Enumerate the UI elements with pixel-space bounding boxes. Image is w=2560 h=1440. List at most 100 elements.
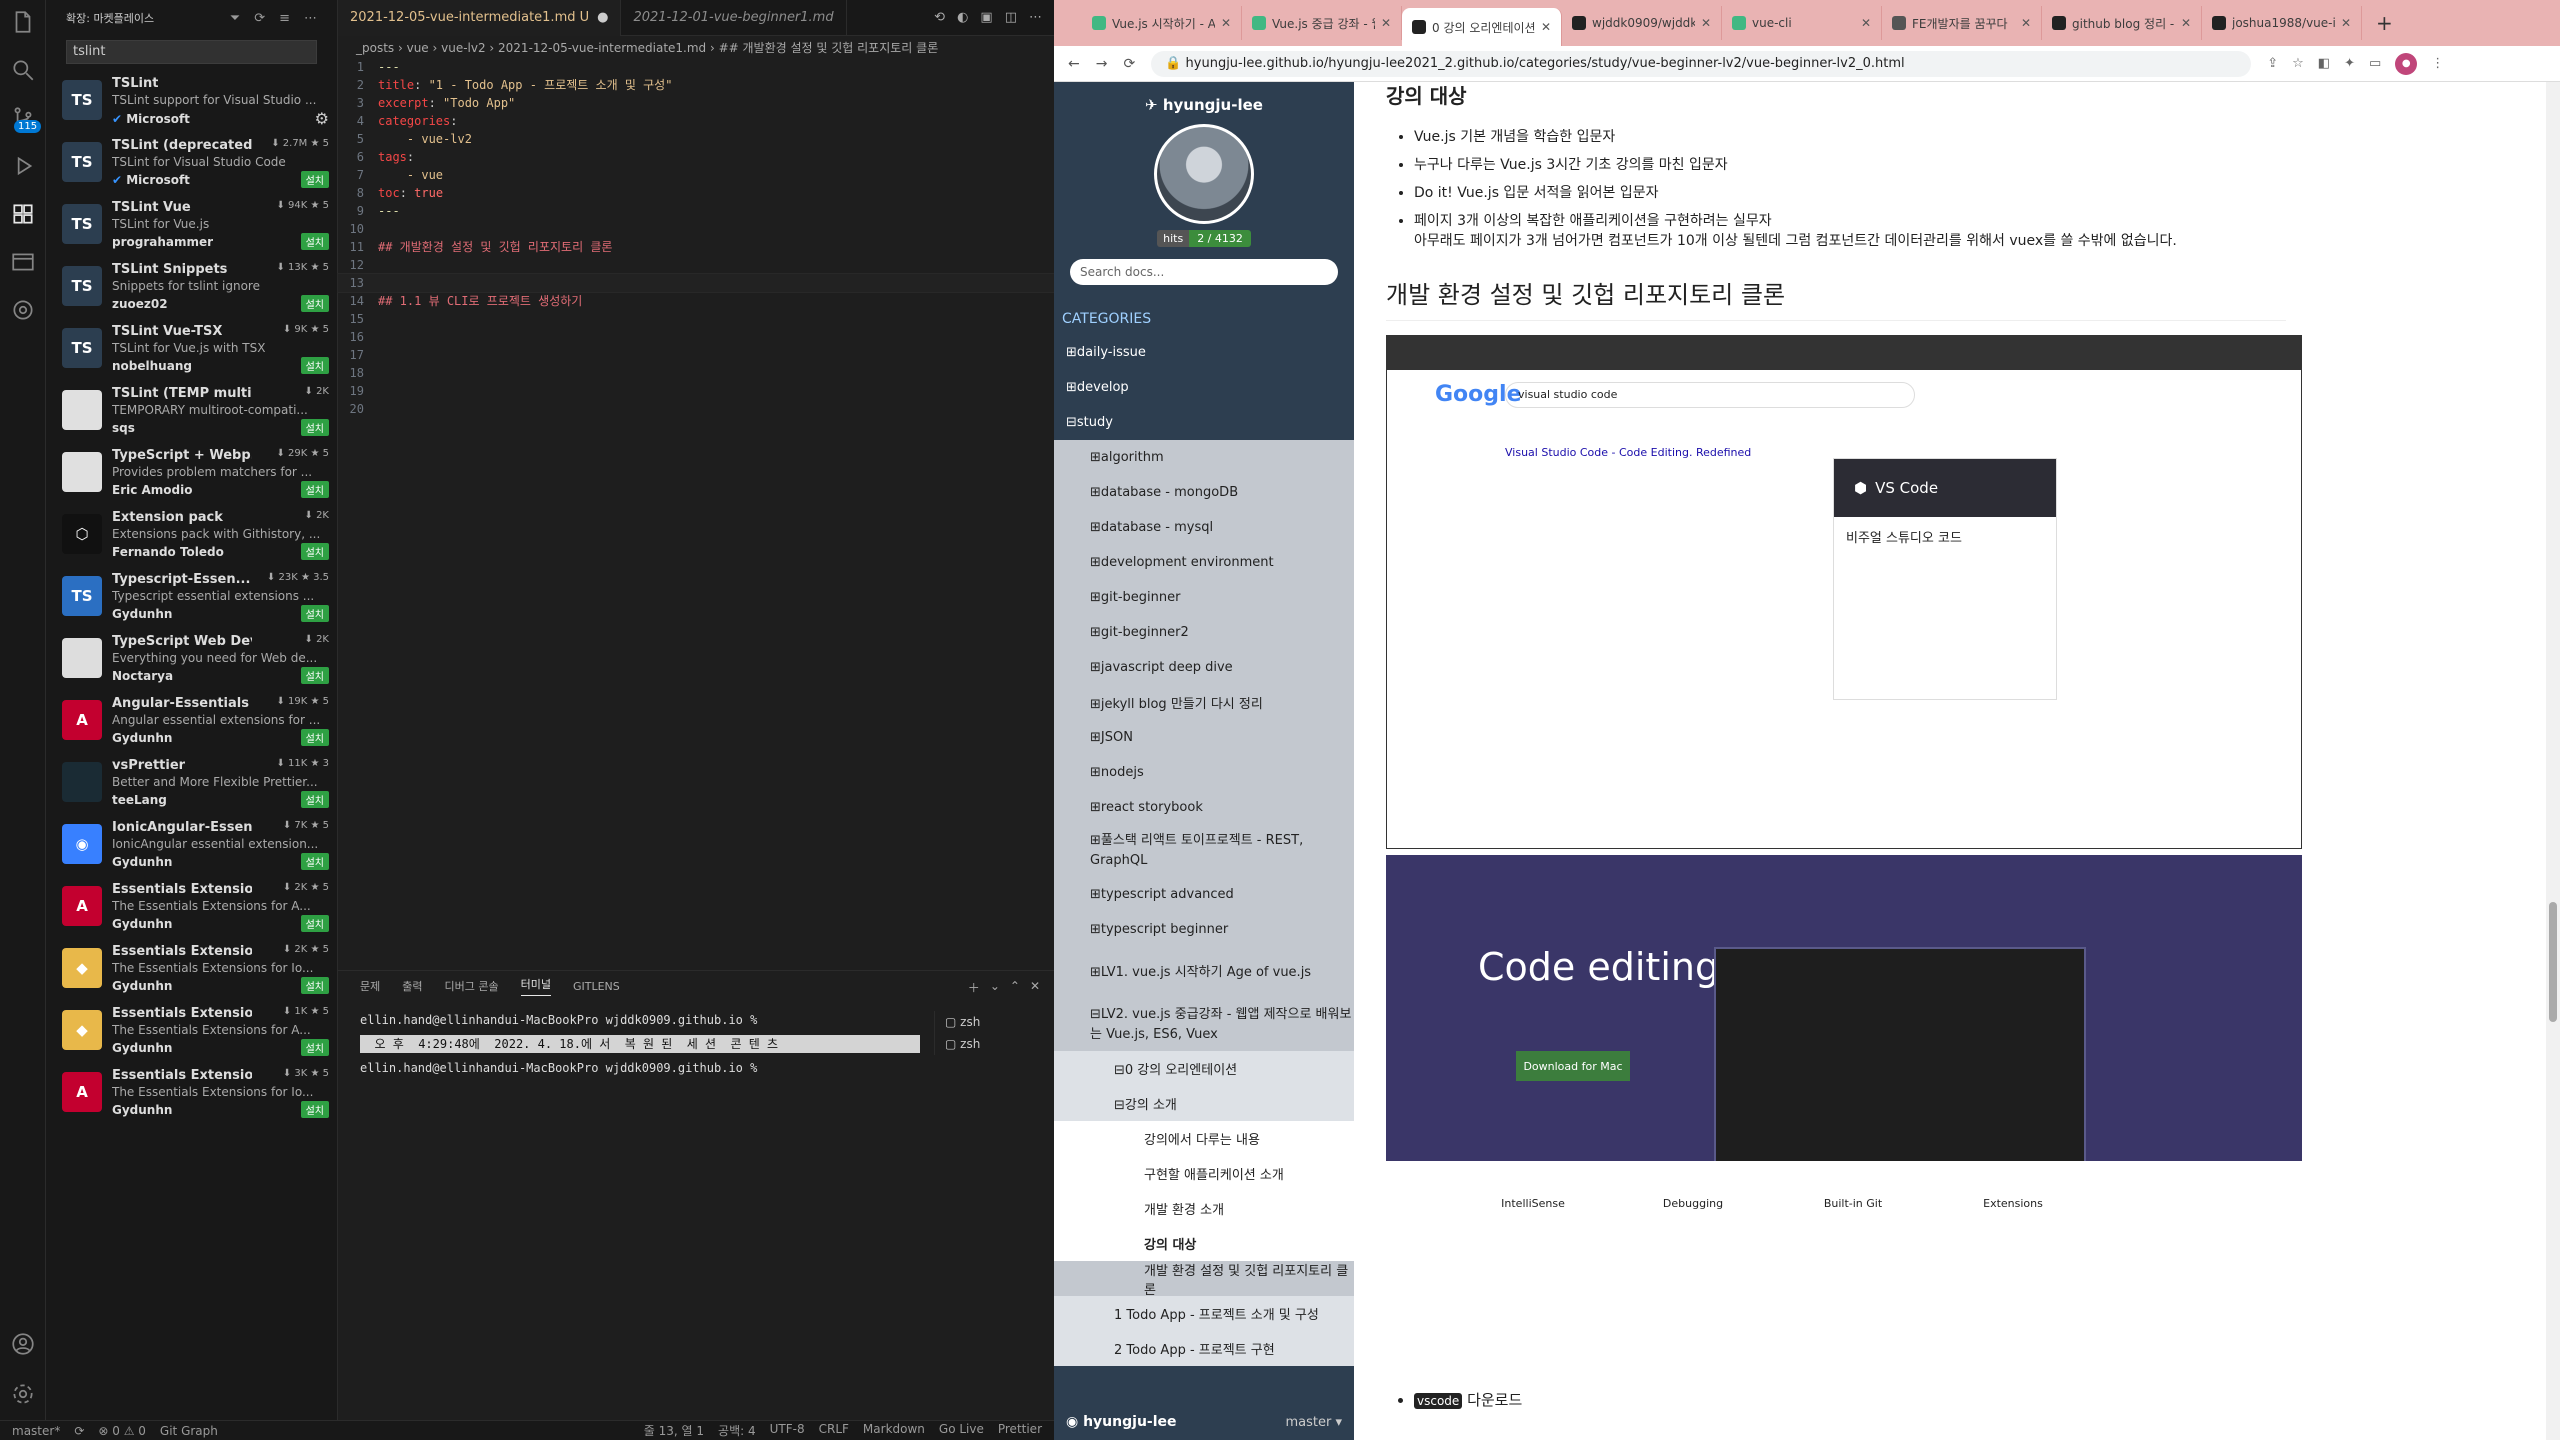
filter-icon[interactable]: ⏷ (230, 11, 240, 26)
category-item[interactable]: ⊞git-beginner2 (1054, 615, 1354, 650)
browser-tab[interactable]: wjddk0909/wjddk ✕ (1562, 6, 1722, 40)
panel-tab[interactable]: 디버그 콘솔 (445, 978, 499, 994)
close-icon[interactable]: ✕ (1030, 979, 1040, 996)
extension-item[interactable]: vsPrettier ⬇ 11K ★ 3 Better and More Flex… (46, 752, 337, 814)
category-item[interactable]: ⊞database - mongoDB (1054, 475, 1354, 510)
cursor-position[interactable]: 줄 13, 열 1 (644, 1422, 704, 1439)
more-icon[interactable]: ⋯ (304, 11, 317, 26)
extension-item[interactable]: TS Typescript-Essen... ⬇ 23K ★ 3.5 Typesc… (46, 566, 337, 628)
extension-item[interactable]: TSLint (TEMP multiroot... ⬇ 2K TEMPORARY … (46, 380, 337, 442)
category-item[interactable]: ⊟0 강의 오리엔테이션 (1054, 1051, 1354, 1086)
close-tab-icon[interactable]: ✕ (1861, 16, 1871, 30)
install-button[interactable]: 설치 (300, 233, 329, 250)
extension-item[interactable]: A Essentials Extensio... ⬇ 3K ★ 5 The Ess… (46, 1062, 337, 1124)
category-item[interactable]: 구현할 애플리케이션 소개 (1054, 1156, 1354, 1191)
close-tab-icon[interactable]: ✕ (2021, 16, 2031, 30)
address-bar[interactable]: 🔒 hyungju-lee.github.io/hyungju-lee2021_… (1151, 50, 2252, 77)
panel-tab[interactable]: 문제 (360, 978, 380, 994)
code-editor[interactable]: 1 --- 2 title: "1 - Todo App - 프로젝트 소개 및 구… (337, 58, 1055, 958)
category-item[interactable]: 강의 대상 (1054, 1226, 1354, 1261)
install-button[interactable]: 설치 (300, 667, 329, 684)
category-item[interactable]: ⊞git-beginner (1054, 580, 1354, 615)
run-debug-icon[interactable] (9, 152, 37, 180)
install-button[interactable]: 설치 (300, 915, 329, 932)
category-item[interactable]: ⊞development environment (1054, 545, 1354, 580)
install-button[interactable]: 설치 (300, 1101, 329, 1118)
extension-item[interactable]: TypeScript Web Develo... ⬇ 2K Everything … (46, 628, 337, 690)
extension-item[interactable]: ◉ IonicAngular-Essent... ⬇ 7K ★ 5 IonicAn… (46, 814, 337, 876)
menu-icon[interactable]: ⋮ (2431, 56, 2444, 71)
category-item[interactable]: ⊞nodejs (1054, 755, 1354, 790)
extension-item[interactable]: TS TSLint Vue ⬇ 94K ★ 5 TSLint for Vue.js… (46, 194, 337, 256)
page-scrollbar[interactable] (2546, 82, 2560, 1440)
line-ending[interactable]: CRLF (819, 1422, 849, 1439)
refresh-icon[interactable]: ⟳ (254, 11, 265, 26)
docs-search-input[interactable]: Search docs... (1070, 259, 1338, 285)
install-button[interactable]: 설치 (300, 1039, 329, 1056)
sidebar-icon[interactable]: ▭ (2369, 56, 2381, 71)
problems-status[interactable]: ⊗ 0 ⚠ 0 (98, 1424, 146, 1438)
category-item[interactable]: ⊞typescript advanced (1054, 877, 1354, 912)
branch-status[interactable]: master* (12, 1424, 60, 1438)
indentation[interactable]: 공백: 4 (718, 1422, 756, 1439)
category-item[interactable]: ⊞database - mysql (1054, 510, 1354, 545)
install-button[interactable]: 설치 (300, 977, 329, 994)
terminal-output[interactable]: ellin.hand@ellinhandui-MacBookPro wjddk0… (360, 1011, 920, 1077)
browser-tab[interactable]: FE개발자를 꿈꾸다 ✕ (1882, 6, 2042, 40)
breadcrumb[interactable]: _posts › vue › vue-lv2 › 2021-12-05-vue-… (338, 36, 1054, 58)
forward-icon[interactable]: → (1096, 56, 1108, 72)
prettier-status[interactable]: Prettier (998, 1422, 1042, 1439)
remote-explorer-icon[interactable] (9, 248, 37, 276)
category-item[interactable]: 개발 환경 설정 및 깃헙 리포지토리 클론 (1054, 1261, 1354, 1298)
category-item[interactable]: 2 Todo App - 프로젝트 구현 (1054, 1331, 1354, 1366)
category-item[interactable]: ⊞daily-issue (1054, 335, 1354, 370)
close-tab-icon[interactable]: ✕ (1221, 16, 1231, 30)
category-item[interactable]: ⊞react storybook (1054, 790, 1354, 825)
close-tab-icon[interactable]: ✕ (1541, 20, 1551, 34)
go-live-button[interactable]: Go Live (939, 1422, 984, 1439)
panel-tab[interactable]: GITLENS (573, 980, 620, 993)
install-button[interactable]: 설치 (300, 605, 329, 622)
split-editor-icon[interactable]: ◫ (1005, 10, 1017, 25)
category-item[interactable]: 강의에서 다루는 내용 (1054, 1121, 1354, 1156)
language-mode[interactable]: Markdown (863, 1422, 925, 1439)
timeline-icon[interactable]: ⟲ (934, 10, 945, 25)
tab-beginner1[interactable]: 2021-12-01-vue-beginner1.md (621, 0, 847, 36)
extension-item[interactable]: ⬡ Extension pack ⬇ 2K Extensions pack wit… (46, 504, 337, 566)
blog-author-name[interactable]: ✈ hyungju-lee (1054, 96, 1354, 114)
encoding[interactable]: UTF-8 (770, 1422, 805, 1439)
account-icon[interactable] (9, 1330, 37, 1358)
compare-icon[interactable]: ◐ (957, 10, 968, 25)
browser-tab[interactable]: Vue.js 중급 강좌 - 웹 ✕ (1242, 6, 1402, 40)
panel-tab[interactable]: 터미널 (520, 976, 551, 996)
category-item[interactable]: ⊞javascript deep dive (1054, 650, 1354, 685)
category-item[interactable]: ⊞algorithm (1054, 440, 1354, 475)
preview-icon[interactable]: ▣ (980, 10, 992, 25)
footer-author[interactable]: ◉ hyungju-lee (1066, 1414, 1177, 1430)
category-item[interactable]: ⊞develop (1054, 370, 1354, 405)
tab-intermediate1[interactable]: 2021-12-05-vue-intermediate1.md U ● (338, 0, 622, 36)
browser-tab[interactable]: github blog 정리 - F ✕ (2042, 6, 2202, 40)
explorer-icon[interactable] (9, 8, 37, 36)
extension-item[interactable]: TS TSLint (deprecated) ⬇ 2.7M ★ 5 TSLint … (46, 132, 337, 194)
category-item[interactable]: ⊟강의 소개 (1054, 1086, 1354, 1121)
new-terminal-icon[interactable]: ＋ (968, 979, 980, 996)
category-item[interactable]: ⊞jekyll blog 만들기 다시 정리 (1054, 685, 1354, 720)
search-icon[interactable] (9, 56, 37, 84)
share-icon[interactable]: ⇪ (2267, 56, 2278, 71)
install-button[interactable]: ⚙ (315, 109, 329, 128)
category-item[interactable]: ⊞typescript beginner (1054, 912, 1354, 947)
back-icon[interactable]: ← (1068, 56, 1080, 72)
extension-search-input[interactable]: tslint (66, 40, 317, 64)
extension-item[interactable]: ◆ Essentials Extensio... ⬇ 2K ★ 5 The Ess… (46, 938, 337, 1000)
install-button[interactable]: 설치 (300, 171, 329, 188)
category-item[interactable]: 개발 환경 소개 (1054, 1191, 1354, 1226)
category-item[interactable]: ⊞JSON (1054, 720, 1354, 755)
extension-item[interactable]: TypeScript + Webp... ⬇ 29K ★ 5 Provides p… (46, 442, 337, 504)
browser-tab[interactable]: joshua1988/vue-ie ✕ (2202, 6, 2362, 40)
install-button[interactable]: 설치 (300, 295, 329, 312)
extension-item[interactable]: ◆ Essentials Extension... ⬇ 1K ★ 5 The Es… (46, 1000, 337, 1062)
settings-gear-icon[interactable] (9, 1380, 37, 1408)
git-graph-button[interactable]: Git Graph (160, 1424, 218, 1438)
more-actions-icon[interactable]: ⋯ (1029, 10, 1042, 25)
